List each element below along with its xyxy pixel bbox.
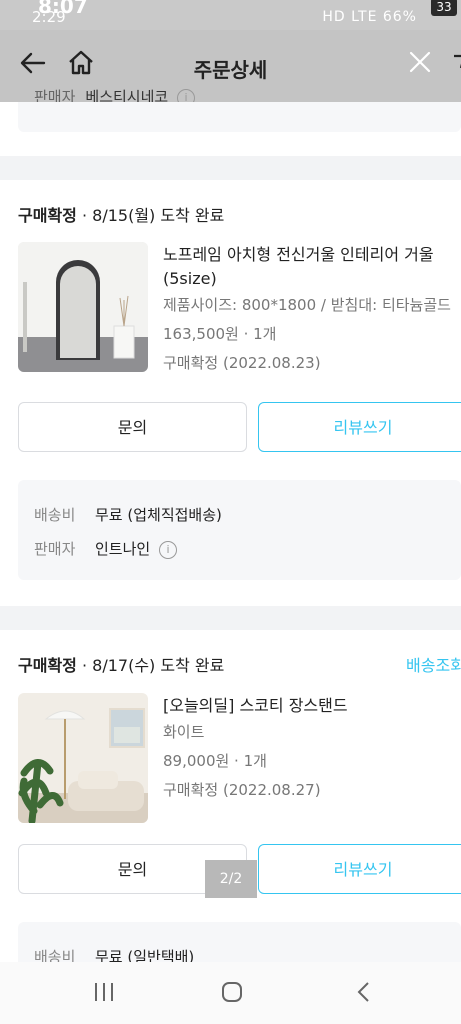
seller-row: 판매자 인트나인 i: [34, 538, 177, 559]
product-image-lamp[interactable]: [18, 693, 148, 823]
home-button-icon[interactable]: [220, 980, 244, 1008]
shipping-fee-row: 배송비 무료 (업체직접배송): [34, 504, 222, 525]
inquiry-button[interactable]: 문의: [18, 402, 247, 452]
section-divider: [0, 156, 461, 180]
product-name[interactable]: [오늘의딜] 스코티 장스탠드: [163, 694, 461, 718]
order-status: 구매확정: [18, 206, 77, 225]
purchase-confirm-date: 구매확정 (2022.08.27): [163, 781, 321, 799]
write-review-button[interactable]: 리뷰쓰기: [258, 844, 461, 894]
product-info: [오늘의딜] 스코티 장스탠드 화이트 89,000원 · 1개 구매확정 (2…: [163, 694, 461, 805]
signal-wifi-battery-icons: HD LTE 66%: [322, 9, 417, 25]
info-icon[interactable]: i: [158, 540, 177, 559]
delivery-date: · 8/17(수) 도착 완료: [76, 656, 225, 675]
order-status-line: 구매확정 · 8/17(수) 도착 완료: [18, 652, 224, 676]
delivery-date: · 8/15(월) 도착 완료: [76, 206, 225, 225]
product-name-size: (5size): [163, 269, 217, 288]
product-price: 89,000원 · 1개: [163, 752, 267, 770]
write-review-button[interactable]: 리뷰쓰기: [258, 402, 461, 452]
seller-value[interactable]: 인트나인: [95, 540, 150, 558]
section-divider: [0, 606, 461, 630]
seller-label: 판매자: [34, 540, 76, 558]
product-name[interactable]: 노프레임 아치형 전신거울 인테리어 거울: [163, 243, 461, 267]
recent-apps-icon[interactable]: [92, 980, 116, 1008]
status-bar: 8:07 2:29 HD LTE 66% 33: [0, 0, 461, 30]
close-icon[interactable]: [406, 48, 434, 80]
app-header: 주문상세 판매자 베스티시네코 i: [0, 30, 461, 107]
system-navigation-bar: [0, 962, 461, 1024]
order-status: 구매확정: [18, 656, 77, 675]
cart-icon[interactable]: [452, 48, 461, 82]
shipping-info-box: 배송비 무료 (업체직접배송) 판매자 인트나인 i: [18, 480, 461, 580]
product-option: 화이트: [163, 723, 205, 741]
back-button-icon[interactable]: [352, 980, 376, 1008]
status-time: 2:29: [32, 8, 66, 26]
order-status-line: 구매확정 · 8/15(월) 도착 완료: [18, 202, 224, 226]
battery-icon: 33: [431, 0, 457, 16]
shipping-fee-label: 배송비: [34, 506, 76, 524]
product-price: 163,500원 · 1개: [163, 325, 277, 343]
shipping-fee-value: 무료 (업체직접배송): [95, 506, 222, 524]
page-title: 주문상세: [193, 58, 268, 82]
page-indicator: 2/2: [205, 860, 257, 898]
product-info: 노프레임 아치형 전신거울 인테리어 거울 (5size) 제품사이즈: 800…: [163, 243, 461, 378]
product-image-mirror[interactable]: [18, 242, 148, 372]
product-option: 제품사이즈: 800*1800 / 받침대: 티타늄골드: [163, 296, 451, 314]
previous-shipping-box: [18, 102, 461, 132]
track-shipment-link[interactable]: 배송조회: [406, 652, 461, 676]
purchase-confirm-date: 구매확정 (2022.08.23): [163, 354, 321, 372]
